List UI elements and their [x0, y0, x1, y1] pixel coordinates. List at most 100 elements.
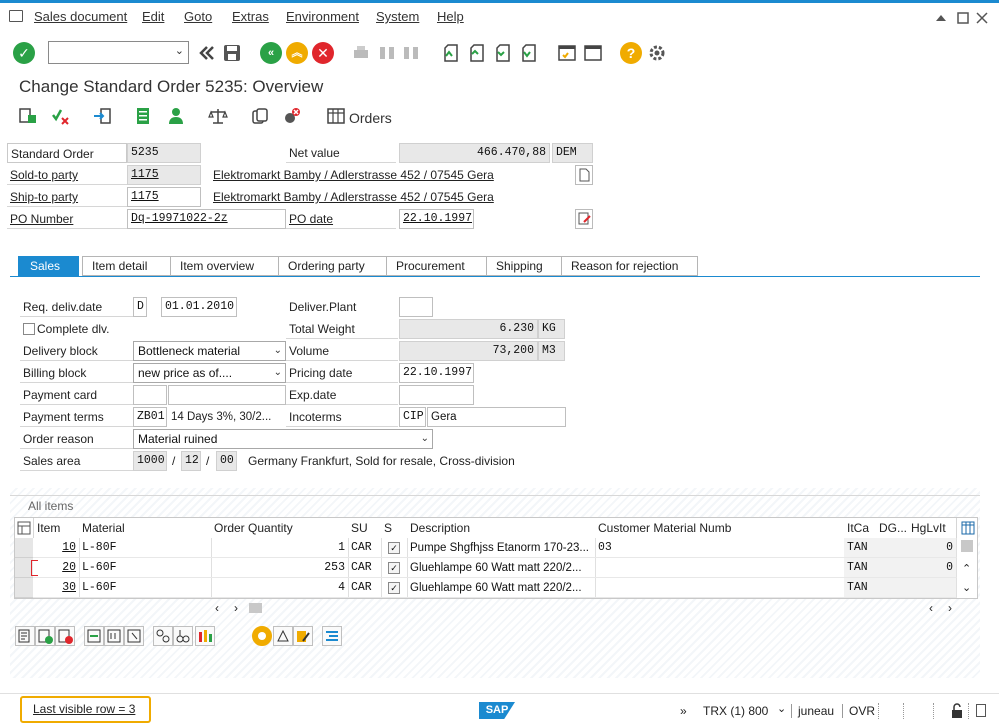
ship-to-address-link[interactable]: Elektromarkt Bamby / Adlerstrasse 452 / …	[213, 187, 494, 207]
header-details-icon[interactable]	[133, 106, 153, 126]
exp-date-field[interactable]	[399, 385, 474, 405]
ship-to-party-label[interactable]: Ship-to party	[7, 187, 127, 207]
payment-card-number-field[interactable]	[168, 385, 286, 405]
material-cell[interactable]: L-60F	[79, 558, 212, 578]
orders-icon[interactable]	[326, 106, 346, 126]
deliver-plant-field[interactable]	[399, 297, 433, 317]
checkbox-checked-icon[interactable]: ✓	[388, 542, 400, 554]
menu-environment[interactable]: Environment	[286, 9, 359, 24]
scroll-right-icon[interactable]: ›	[234, 601, 238, 615]
po-number-label[interactable]: PO Number	[7, 209, 127, 229]
su-cell[interactable]: CAR	[348, 558, 382, 578]
tab-item-detail[interactable]: Item detail	[82, 256, 177, 276]
first-page-icon[interactable]	[440, 42, 462, 64]
row-selector[interactable]	[15, 538, 33, 558]
menu-sales-document[interactable]: Sales document	[34, 9, 127, 24]
order-quantity-cell[interactable]: 253	[211, 558, 349, 578]
select-block-button[interactable]	[104, 626, 124, 646]
checkbox-checked-icon[interactable]: ✓	[388, 562, 400, 574]
scroll-left-icon[interactable]: ‹	[929, 601, 933, 615]
create-session-icon[interactable]	[556, 42, 578, 64]
select-all-button[interactable]	[84, 626, 104, 646]
order-quantity-cell[interactable]: 1	[211, 538, 349, 558]
chevron-down-icon[interactable]: ⌄	[175, 44, 184, 57]
customer-material-cell[interactable]: 03	[595, 538, 845, 558]
tab-sales[interactable]: Sales	[18, 256, 79, 276]
column-header-hglvit[interactable]: HgLvIt	[908, 518, 957, 538]
tab-reason-for-rejection[interactable]: Reason for rejection	[561, 256, 698, 276]
variant-button[interactable]	[273, 626, 293, 646]
pricing-date-field[interactable]: 22.10.1997	[399, 363, 474, 383]
horizontal-scrollbar-thumb[interactable]	[249, 603, 262, 613]
insert-mode[interactable]: OVR	[849, 704, 875, 718]
scroll-down-icon[interactable]: ⌄	[962, 581, 971, 594]
tab-shipping[interactable]: Shipping	[486, 256, 563, 276]
column-header-su[interactable]: SU	[348, 518, 382, 538]
configuration-button[interactable]	[153, 626, 173, 646]
column-header-item[interactable]: Item	[33, 518, 80, 538]
business-partner-icon[interactable]	[166, 106, 186, 126]
tab-item-overview[interactable]: Item overview	[170, 256, 279, 276]
su-cell[interactable]: CAR	[348, 538, 382, 558]
orders-button-label[interactable]: Orders	[349, 110, 392, 126]
close-window-icon[interactable]	[976, 12, 988, 24]
item-details-button[interactable]	[15, 626, 35, 646]
checkbox-checked-icon[interactable]: ✓	[388, 582, 400, 594]
back-icon[interactable]	[196, 42, 218, 64]
description-cell[interactable]: Gluehlampe 60 Watt matt 220/2...	[407, 558, 596, 578]
menu-help[interactable]: Help	[437, 9, 464, 24]
window-icon[interactable]	[976, 704, 986, 717]
s-cell[interactable]: ✓	[381, 538, 408, 558]
expand-status-icon[interactable]: »	[680, 704, 687, 718]
su-cell[interactable]: CAR	[348, 578, 382, 598]
menu-system[interactable]: System	[376, 9, 419, 24]
column-header-s[interactable]: S	[381, 518, 408, 538]
customize-icon[interactable]	[934, 12, 948, 24]
s-cell[interactable]: ✓	[381, 578, 408, 598]
edit-document-icon[interactable]	[575, 209, 593, 229]
enter-icon[interactable]: ✓	[13, 42, 35, 64]
menu-extras[interactable]: Extras	[232, 9, 269, 24]
menu-edit[interactable]: Edit	[142, 9, 164, 24]
pricing-button[interactable]	[252, 626, 272, 646]
tab-procurement[interactable]: Procurement	[386, 256, 487, 276]
column-header-material[interactable]: Material	[79, 518, 212, 538]
item-number-cell[interactable]: 10	[33, 538, 80, 558]
table-settings-icon[interactable]	[17, 521, 31, 535]
po-date-field[interactable]: 22.10.1997	[399, 209, 474, 229]
sold-to-party-label[interactable]: Sold-to party	[7, 165, 127, 185]
row-selector[interactable]	[15, 578, 33, 598]
po-number-field[interactable]: Dq-19971022-2z	[127, 209, 286, 229]
ship-to-party-field[interactable]: 1175	[127, 187, 201, 207]
item-number-cell[interactable]: 20	[33, 558, 80, 578]
availability-button[interactable]	[173, 626, 193, 646]
save-icon[interactable]	[221, 42, 243, 64]
req-deliv-date-field[interactable]: 01.01.2010	[161, 297, 237, 317]
cancel-icon[interactable]: ✕	[312, 42, 334, 64]
system-menu-icon[interactable]	[9, 10, 23, 22]
header-output-icon[interactable]	[92, 106, 112, 126]
back-nav-icon[interactable]: «	[260, 42, 282, 64]
display-document-flow-icon[interactable]	[18, 106, 38, 126]
system-info[interactable]: TRX (1) 800	[703, 704, 768, 718]
item-conditions-button[interactable]	[195, 626, 215, 646]
description-cell[interactable]: Gluehlampe 60 Watt matt 220/2...	[407, 578, 596, 598]
payment-card-type-field[interactable]	[133, 385, 167, 405]
help-icon[interactable]: ?	[620, 42, 642, 64]
previous-page-icon[interactable]	[466, 42, 488, 64]
last-page-icon[interactable]	[518, 42, 540, 64]
structure-button[interactable]	[322, 626, 342, 646]
customer-material-cell[interactable]	[595, 578, 845, 598]
po-date-label[interactable]: PO date	[286, 209, 396, 229]
column-header-order-quantity[interactable]: Order Quantity	[211, 518, 349, 538]
shortcut-icon[interactable]	[582, 42, 604, 64]
tab-ordering-party[interactable]: Ordering party	[278, 256, 387, 276]
material-cell[interactable]: L-60F	[79, 578, 212, 598]
column-header-customer-material[interactable]: Customer Material Numb	[595, 518, 845, 538]
column-config-icon[interactable]	[961, 521, 975, 535]
sold-to-party-field[interactable]: 1175	[127, 165, 201, 185]
scroll-right-icon[interactable]: ›	[948, 601, 952, 615]
incoterms-place-field[interactable]: Gera	[427, 407, 566, 427]
column-header-description[interactable]: Description	[407, 518, 596, 538]
sold-to-address-link[interactable]: Elektromarkt Bamby / Adlerstrasse 452 / …	[213, 165, 494, 185]
